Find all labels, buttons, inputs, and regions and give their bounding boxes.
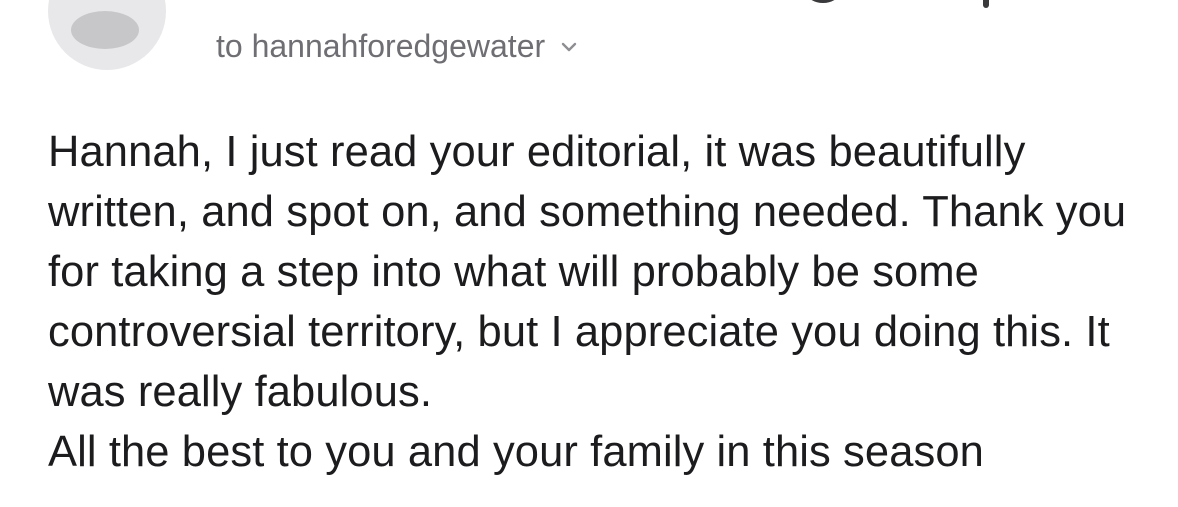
top-action-fragment-icon bbox=[983, 0, 989, 8]
chevron-down-icon bbox=[561, 42, 577, 52]
circle-icon[interactable] bbox=[800, 0, 846, 3]
message-paragraph: All the best to you and your family in t… bbox=[48, 428, 984, 476]
recipient-line: to hannahforedgewater bbox=[216, 28, 546, 64]
avatar-placeholder-icon bbox=[71, 11, 139, 49]
recipient-details-toggle[interactable]: to hannahforedgewater bbox=[216, 26, 577, 66]
message-paragraph: Hannah, I just read your editorial, it w… bbox=[48, 128, 1127, 416]
message-body: Hannah, I just read your editorial, it w… bbox=[48, 122, 1148, 482]
sender-avatar[interactable] bbox=[48, 0, 166, 70]
